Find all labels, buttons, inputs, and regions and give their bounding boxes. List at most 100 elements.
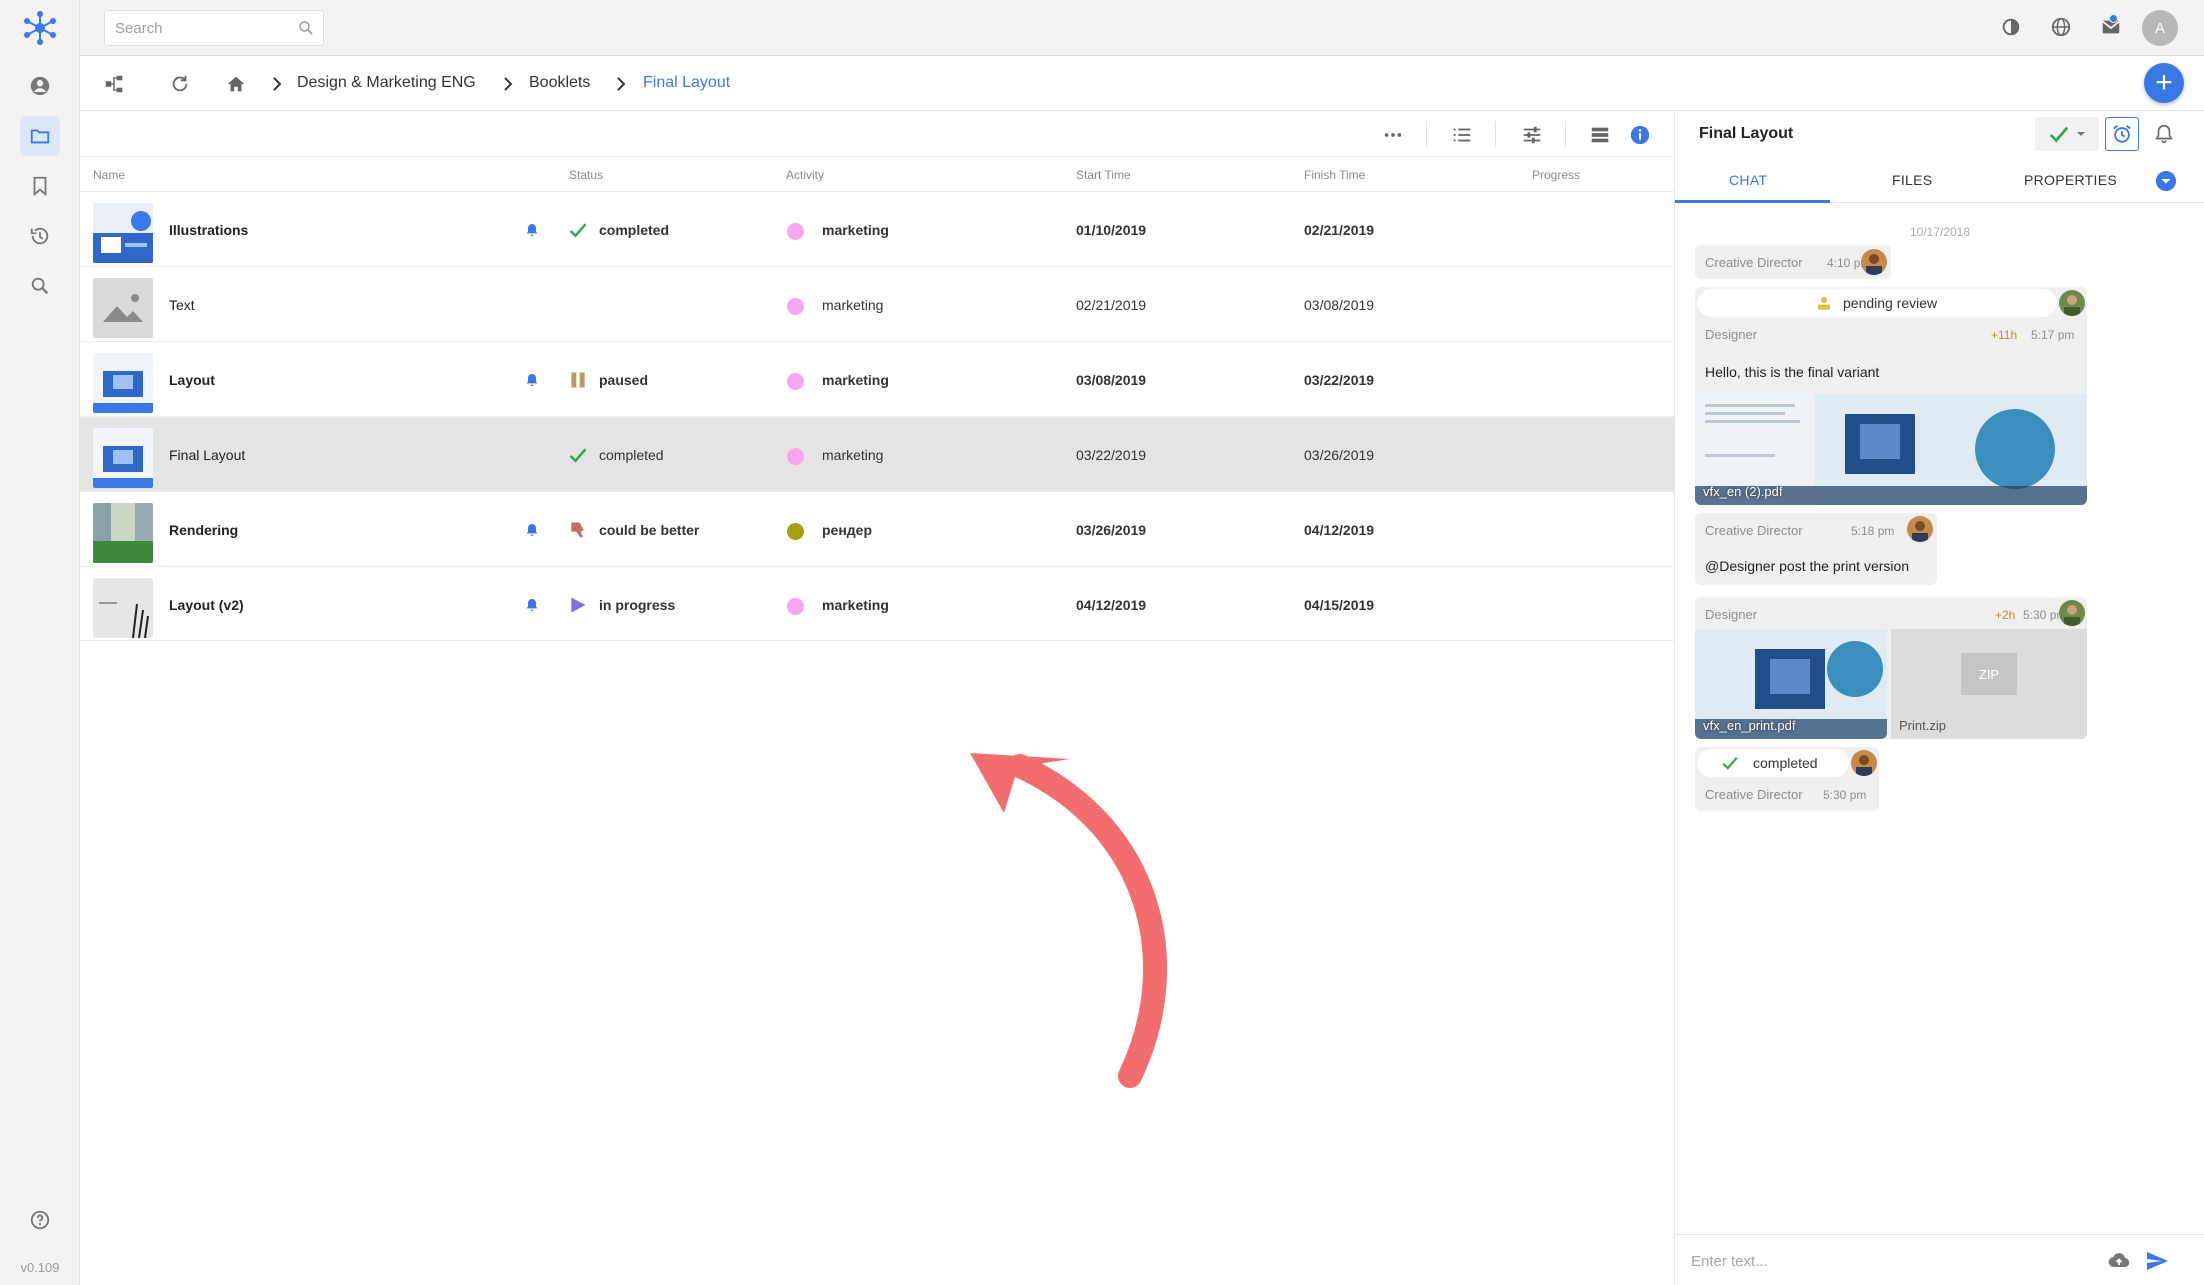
more-options-icon[interactable] bbox=[1381, 123, 1405, 147]
user-avatar[interactable]: A bbox=[2142, 10, 2178, 46]
avatar[interactable] bbox=[2059, 600, 2085, 626]
message-author: Creative Director bbox=[1705, 523, 1803, 538]
app-version: v0.109 bbox=[20, 1260, 60, 1275]
table-row[interactable]: Rendering could be better рендер 03/26/2… bbox=[80, 491, 1674, 566]
row-status: paused bbox=[599, 372, 649, 388]
attachment-name: vfx_en (2).pdf bbox=[1703, 484, 1783, 499]
chat-text-input[interactable] bbox=[1691, 1245, 2091, 1277]
play-icon bbox=[571, 597, 586, 613]
history-icon[interactable] bbox=[20, 216, 60, 256]
contrast-icon[interactable] bbox=[1998, 14, 2024, 40]
avatar[interactable] bbox=[2059, 290, 2085, 316]
table-row[interactable]: Illustrations completed marketing 01/10/… bbox=[80, 191, 1674, 266]
status-change-pill: completed bbox=[1697, 749, 1849, 777]
table-row[interactable]: Layout paused marketing 03/08/2019 03/22… bbox=[80, 341, 1674, 416]
row-finish-time: 03/08/2019 bbox=[1304, 297, 1375, 313]
list-view-icon[interactable] bbox=[1588, 123, 1612, 147]
column-header-finish-time[interactable]: Finish Time bbox=[1304, 168, 1365, 182]
attachment-preview[interactable]: vfx_en_print.pdf bbox=[1695, 629, 1887, 739]
item-list-panel: Name Status Activity Start Time Finish T… bbox=[80, 111, 1674, 1285]
row-finish-time: 04/12/2019 bbox=[1304, 522, 1375, 538]
table-row[interactable]: Text marketing 02/21/2019 03/08/2019 bbox=[80, 266, 1674, 341]
notification-bell-icon[interactable] bbox=[524, 522, 540, 538]
notification-bell-icon[interactable] bbox=[524, 372, 540, 388]
chat-message: Creative Director 4:10 pm bbox=[1695, 245, 1891, 279]
chevron-right-icon bbox=[617, 77, 626, 91]
app-logo-icon[interactable] bbox=[20, 8, 60, 48]
notification-bell-icon[interactable] bbox=[524, 597, 540, 613]
thumbnail-image bbox=[93, 578, 153, 638]
avatar[interactable] bbox=[1907, 516, 1933, 542]
detail-title: Final Layout bbox=[1699, 125, 1794, 142]
detail-panel: Final Layout CHAT FILES PROPERTIES 10/17… bbox=[1674, 111, 2204, 1285]
message-delay: +11h bbox=[1991, 328, 2018, 342]
row-status: in progress bbox=[599, 597, 676, 613]
row-activity: marketing bbox=[822, 297, 884, 313]
bell-outline-icon[interactable] bbox=[2153, 123, 2175, 145]
send-icon[interactable] bbox=[2145, 1249, 2169, 1273]
activity-color-dot bbox=[787, 598, 804, 615]
chevron-right-icon bbox=[273, 77, 282, 91]
message-time: 5:18 pm bbox=[1851, 524, 1895, 538]
profile-icon[interactable] bbox=[20, 66, 60, 106]
table-row[interactable]: Layout (v2) in progress marketing 04/12/… bbox=[80, 566, 1674, 641]
message-delay: +2h bbox=[1995, 608, 2016, 622]
zip-file-icon: ZIP bbox=[1961, 653, 2017, 695]
breadcrumb-item[interactable]: Booklets bbox=[529, 74, 590, 92]
zip-attachment[interactable]: ZIP Print.zip bbox=[1891, 629, 2087, 739]
search-input[interactable] bbox=[105, 11, 285, 45]
tab-chat[interactable]: CHAT bbox=[1729, 172, 1767, 188]
check-icon bbox=[1722, 757, 1738, 770]
message-author: Designer bbox=[1705, 327, 1758, 342]
search-icon[interactable] bbox=[297, 19, 315, 37]
avatar[interactable] bbox=[1851, 750, 1877, 776]
folder-icon[interactable] bbox=[20, 116, 60, 156]
breadcrumb-current[interactable]: Final Layout bbox=[643, 74, 730, 92]
bookmark-icon[interactable] bbox=[20, 166, 60, 206]
row-name: Layout (v2) bbox=[169, 597, 244, 613]
column-header-activity[interactable]: Activity bbox=[786, 168, 824, 182]
globe-icon[interactable] bbox=[2048, 14, 2074, 40]
breadcrumb-item[interactable]: Design & Marketing ENG bbox=[297, 74, 476, 92]
checklist-icon[interactable] bbox=[1450, 123, 1474, 147]
check-icon bbox=[569, 448, 587, 463]
tree-view-icon[interactable] bbox=[102, 72, 126, 96]
top-bar: A bbox=[80, 0, 2204, 56]
row-activity: marketing bbox=[822, 372, 889, 388]
attachment-preview[interactable]: vfx_en (2).pdf bbox=[1695, 394, 2087, 505]
row-activity: marketing bbox=[822, 222, 889, 238]
help-icon[interactable] bbox=[20, 1200, 60, 1240]
search-sidebar-icon[interactable] bbox=[20, 266, 60, 306]
app-root: v0.109 A Design & Marketing ENG bbox=[0, 0, 2204, 1285]
pill-text: pending review bbox=[1843, 295, 1938, 311]
add-button[interactable]: + bbox=[2144, 63, 2184, 103]
alarm-clock-icon[interactable] bbox=[2105, 117, 2139, 151]
tabs-dropdown-icon[interactable] bbox=[2156, 171, 2176, 191]
column-header-name[interactable]: Name bbox=[93, 168, 125, 182]
tab-files[interactable]: FILES bbox=[1892, 172, 1932, 188]
info-icon[interactable] bbox=[1628, 123, 1652, 147]
message-time: 5:17 pm bbox=[2031, 328, 2075, 342]
refresh-icon[interactable] bbox=[168, 72, 192, 96]
avatar[interactable] bbox=[1861, 249, 1887, 275]
chat-message: Creative Director 5:18 pm @Designer post… bbox=[1695, 513, 1937, 585]
column-header-status[interactable]: Status bbox=[569, 168, 603, 182]
message-author: Creative Director bbox=[1705, 255, 1803, 270]
check-icon bbox=[569, 223, 587, 238]
row-name: Final Layout bbox=[169, 447, 246, 463]
column-header-progress[interactable]: Progress bbox=[1532, 168, 1580, 182]
home-icon[interactable] bbox=[224, 72, 248, 96]
status-dropdown[interactable] bbox=[2035, 117, 2099, 151]
table-row-selected[interactable]: Final Layout completed marketing 03/22/2… bbox=[80, 416, 1674, 491]
message-author: Designer bbox=[1705, 607, 1758, 622]
column-header-start-time[interactable]: Start Time bbox=[1076, 168, 1131, 182]
filter-sliders-icon[interactable] bbox=[1520, 123, 1544, 147]
cloud-upload-icon[interactable] bbox=[2107, 1249, 2131, 1273]
tab-properties[interactable]: PROPERTIES bbox=[2024, 172, 2117, 188]
toolbar-divider bbox=[1426, 121, 1427, 147]
message-text: Hello, this is the final variant bbox=[1705, 364, 1880, 380]
chat-input-bar bbox=[1675, 1234, 2204, 1285]
notification-bell-icon[interactable] bbox=[524, 222, 540, 238]
row-name: Rendering bbox=[169, 522, 239, 538]
pause-icon bbox=[571, 372, 585, 388]
